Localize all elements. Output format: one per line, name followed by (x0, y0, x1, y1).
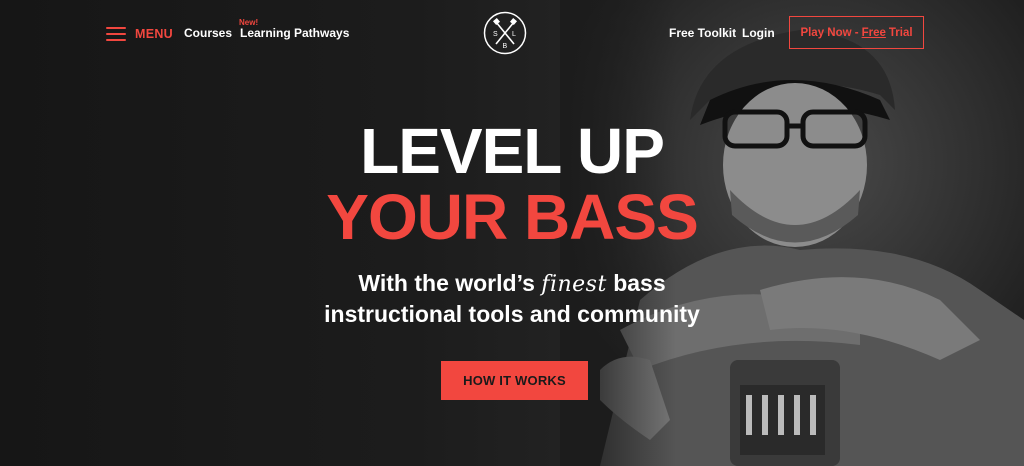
menu-label: MENU (135, 27, 174, 41)
cta-suffix: Trial (888, 26, 913, 39)
courses-link[interactable]: Courses (184, 26, 232, 40)
play-now-free-trial-button[interactable]: Play Now - Free Trial (789, 16, 924, 49)
sub-part-1: With the world’s (358, 270, 535, 296)
cta-prefix: Play Now - (800, 26, 859, 39)
logo-letter-s: S (493, 31, 498, 38)
headline-line-1: LEVEL UP (360, 115, 665, 187)
login-link[interactable]: Login (742, 26, 775, 40)
menu-button[interactable]: MENU (106, 24, 173, 44)
top-navigation: MENU Courses New! Learning Pathways S L … (0, 0, 1024, 66)
how-it-works-button[interactable]: HOW IT WORKS (441, 361, 588, 400)
slb-logo[interactable]: S L B (483, 11, 527, 55)
sub-part-2: bass (613, 270, 666, 296)
hamburger-icon (106, 27, 126, 41)
sub-finest: finest (541, 272, 607, 297)
subheadline-line-1: With the world’s finest bass (0, 268, 1024, 300)
subheadline-line-2: instructional tools and community (324, 301, 700, 327)
logo-letter-l: L (512, 31, 516, 38)
logo-letter-b: B (503, 43, 508, 50)
cta-free: Free (861, 26, 886, 39)
headline-line-2: YOUR BASS (326, 181, 699, 253)
free-toolkit-link[interactable]: Free Toolkit (669, 26, 736, 40)
learning-pathways-link[interactable]: Learning Pathways (240, 26, 349, 40)
